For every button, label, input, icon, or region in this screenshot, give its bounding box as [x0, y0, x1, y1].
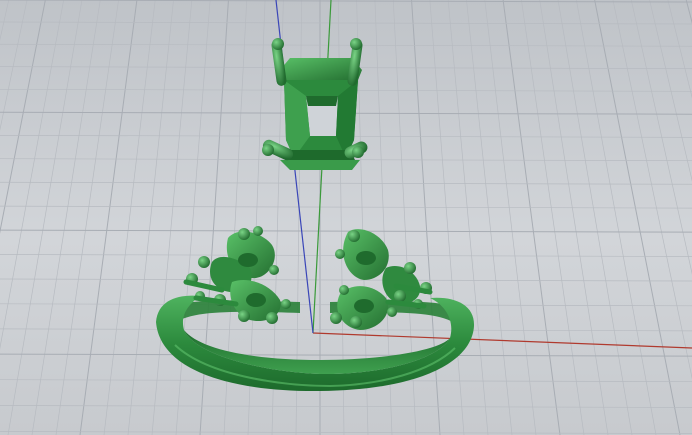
world-axes — [275, 0, 692, 349]
grid-line — [0, 353, 692, 357]
grid-line — [7, 0, 83, 435]
grid-line — [0, 21, 692, 25]
grid-line — [0, 0, 46, 234]
grid-line — [0, 0, 10, 41]
grid-line — [0, 205, 692, 209]
rhino-perspective-viewport[interactable] — [0, 0, 692, 435]
grid-line — [0, 431, 692, 434]
grid-line — [576, 0, 657, 435]
grid-line — [649, 0, 692, 182]
grid-line — [79, 0, 138, 435]
grid-line — [55, 0, 119, 435]
ring-shank-model[interactable] — [156, 226, 475, 392]
grid-line — [151, 0, 193, 435]
grid-line — [466, 0, 513, 435]
grid-line — [685, 0, 692, 25]
grid-line — [0, 0, 692, 3]
grid-line — [0, 0, 64, 350]
grid-line — [0, 405, 692, 408]
grid-line — [539, 0, 609, 435]
grid-line — [0, 328, 692, 332]
grid-line — [557, 0, 633, 435]
grid-line — [127, 0, 174, 435]
grid-line — [521, 0, 585, 435]
grid-line — [0, 181, 692, 185]
grid-line — [594, 0, 681, 435]
grid-line — [630, 0, 692, 275]
grid-line — [502, 0, 561, 435]
grid-line — [0, 43, 692, 47]
right-side-settings[interactable] — [330, 229, 433, 330]
grid-line — [0, 278, 692, 282]
grid-line — [612, 0, 692, 380]
viewport-canvas[interactable] — [0, 0, 692, 435]
grid-line — [0, 0, 28, 131]
grid-line — [484, 0, 537, 435]
grid-line — [447, 0, 489, 435]
grid-line — [0, 229, 692, 233]
grid-line — [31, 0, 101, 435]
grid-line — [103, 0, 156, 435]
emerald-cut-head-model[interactable] — [261, 38, 369, 170]
